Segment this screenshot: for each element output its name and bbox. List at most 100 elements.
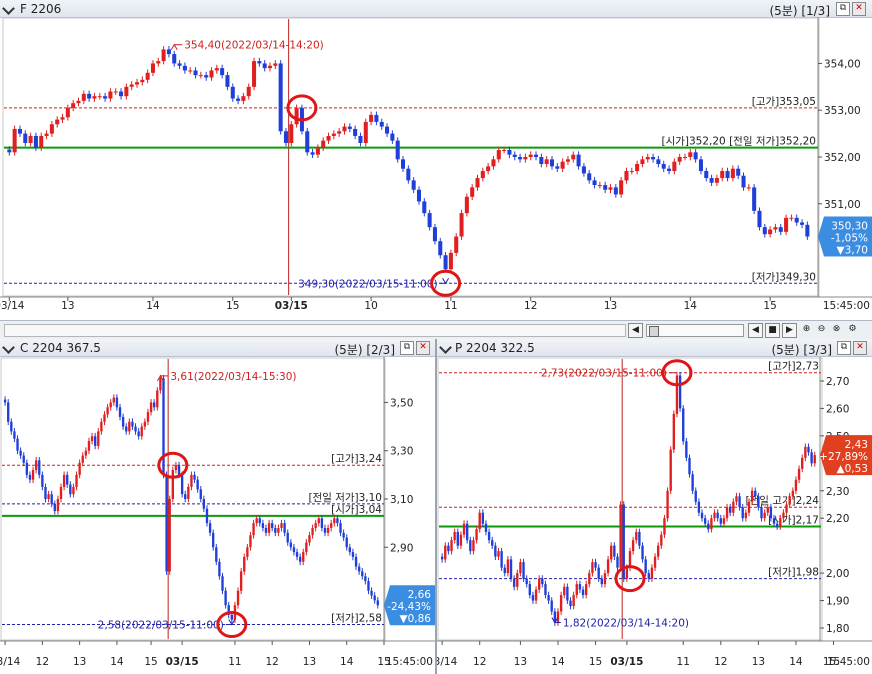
candle-body bbox=[704, 171, 709, 179]
candle-body bbox=[644, 559, 647, 574]
candle-body bbox=[703, 518, 707, 524]
annotation-arrow bbox=[170, 43, 178, 50]
candle-body bbox=[59, 486, 63, 499]
zoom-slider[interactable] bbox=[646, 324, 744, 337]
candle-body bbox=[286, 532, 289, 543]
candle-body bbox=[656, 159, 661, 165]
candle-body bbox=[539, 157, 544, 165]
candle-body bbox=[629, 171, 634, 173]
candle-body bbox=[732, 501, 735, 513]
candle-body bbox=[137, 431, 140, 437]
candle-body bbox=[49, 124, 54, 134]
candle-body bbox=[746, 187, 751, 189]
candle-body bbox=[807, 446, 810, 453]
candle-body bbox=[336, 518, 339, 524]
candle-body bbox=[209, 70, 214, 78]
chart-scrollbar[interactable]: ◀ ◀ ■ ▶ ⊕ ⊖ ⊗ ⚙ bbox=[0, 320, 872, 340]
candle-body bbox=[788, 496, 791, 505]
x-tick-label: 11 bbox=[228, 656, 241, 668]
badge-price: 2,66 bbox=[408, 589, 432, 601]
candle-body bbox=[267, 65, 273, 69]
candle-body bbox=[597, 185, 602, 187]
stop-icon[interactable]: ■ bbox=[765, 323, 780, 338]
candle-body bbox=[556, 611, 560, 623]
reference-label: [고가]2,73 bbox=[768, 361, 819, 373]
candle-body bbox=[531, 595, 535, 601]
candle-body bbox=[302, 552, 305, 562]
badge-pct: -24,43% bbox=[387, 601, 431, 613]
candle-body bbox=[33, 135, 38, 148]
candle-body bbox=[669, 449, 672, 491]
candle-body bbox=[294, 107, 299, 125]
candle-body bbox=[129, 84, 134, 87]
close-icon[interactable]: ✕ bbox=[853, 341, 867, 355]
candle-body bbox=[491, 540, 494, 546]
close-icon[interactable]: ✕ bbox=[852, 2, 866, 16]
candle-body bbox=[76, 100, 81, 104]
candle-body bbox=[475, 178, 480, 188]
candle-body bbox=[376, 600, 379, 606]
candle-body bbox=[239, 571, 243, 591]
candle-body bbox=[813, 455, 816, 464]
y-tick-label: 354,00 bbox=[824, 58, 861, 70]
candle-body bbox=[16, 438, 19, 451]
candle-body bbox=[465, 523, 469, 541]
chart-svg-p2204: 1,801,902,002,202,302,502,602,7003/14121… bbox=[437, 357, 872, 668]
candle-body bbox=[506, 559, 510, 574]
check-icon[interactable] bbox=[2, 2, 15, 15]
reference-label: [고가]3,24 bbox=[331, 453, 382, 465]
reference-label: [저가]1,98 bbox=[768, 567, 819, 579]
reference-label: [시가]352,20 [전일 저가]352,20 bbox=[661, 135, 816, 148]
y-tick-label: 2,90 bbox=[390, 542, 413, 554]
candle-body bbox=[320, 518, 324, 528]
candle-body bbox=[298, 556, 302, 562]
tool-icon[interactable]: ⚙ bbox=[846, 323, 859, 336]
first-icon[interactable]: ◀ bbox=[748, 323, 763, 338]
x-tick-label: 11 bbox=[677, 656, 690, 668]
candle-body bbox=[145, 72, 150, 80]
zoom-in-icon[interactable]: ⊕ bbox=[800, 323, 813, 336]
candle-body bbox=[454, 236, 459, 253]
candle-body bbox=[84, 450, 88, 456]
zoom-slider-thumb[interactable] bbox=[649, 326, 659, 337]
candle-body bbox=[277, 527, 280, 533]
candle-body bbox=[581, 589, 585, 596]
chevron-left-icon[interactable]: ◀ bbox=[628, 323, 643, 338]
candle-body bbox=[549, 159, 555, 167]
x-tick-label: 14 bbox=[110, 656, 124, 668]
check-icon[interactable] bbox=[2, 341, 15, 354]
scroll-track[interactable] bbox=[4, 324, 626, 337]
play-icon[interactable]: ▶ bbox=[782, 323, 797, 338]
restore-icon[interactable]: ⧉ bbox=[837, 341, 851, 355]
candle-body bbox=[411, 180, 416, 190]
candle-body bbox=[575, 584, 578, 596]
candle-body bbox=[672, 161, 677, 172]
candle-body bbox=[152, 402, 156, 408]
annotation-label: 3,61(2022/03/14-15:30) bbox=[170, 371, 296, 383]
y-tick-label: 2,60 bbox=[826, 403, 849, 415]
candle-body bbox=[283, 523, 286, 533]
candle-body bbox=[113, 91, 118, 93]
candle-body bbox=[310, 152, 315, 155]
candle-body bbox=[587, 173, 592, 181]
candle-body bbox=[41, 474, 44, 487]
candle-body bbox=[331, 133, 336, 136]
close-icon[interactable]: ✕ bbox=[416, 341, 430, 355]
candle-body bbox=[90, 436, 94, 442]
check-icon[interactable] bbox=[439, 341, 452, 354]
candle-body bbox=[713, 512, 716, 519]
reference-label: [시가]2,17 bbox=[768, 514, 819, 526]
candle-body bbox=[374, 114, 379, 122]
restore-icon[interactable]: ⧉ bbox=[836, 2, 850, 16]
restore-icon[interactable]: ⧉ bbox=[400, 341, 414, 355]
candle-body bbox=[538, 578, 541, 590]
candle-body bbox=[565, 159, 570, 162]
candle-body bbox=[109, 402, 112, 408]
candle-body bbox=[87, 441, 91, 451]
candle-body bbox=[663, 518, 666, 535]
candle-body bbox=[115, 397, 119, 408]
candle-body bbox=[688, 152, 693, 157]
zoom-out-icon[interactable]: ⊖ bbox=[815, 323, 828, 336]
zoom-reset-icon[interactable]: ⊗ bbox=[830, 323, 843, 336]
candle-body bbox=[484, 523, 488, 532]
